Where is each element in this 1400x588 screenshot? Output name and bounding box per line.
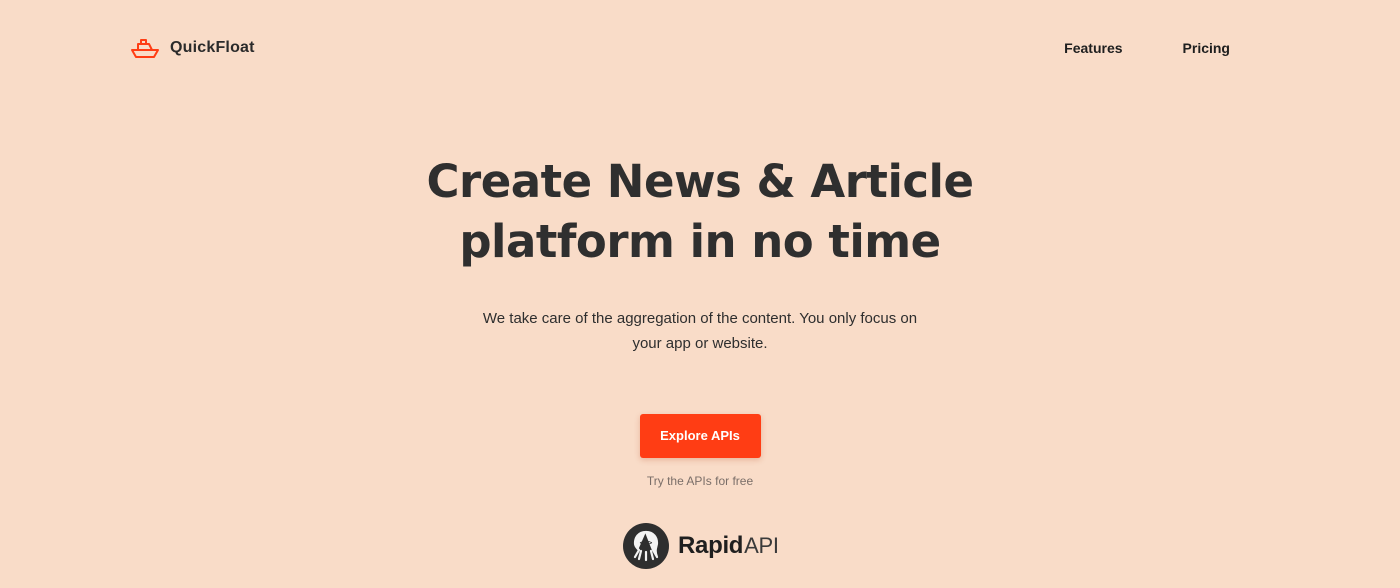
svg-text:</>: </> [640, 539, 653, 547]
nav-link-pricing[interactable]: Pricing [1183, 40, 1230, 56]
hero-subtitle-line-1: We take care of the aggregation of the c… [482, 310, 918, 327]
nav-link-features[interactable]: Features [1064, 40, 1122, 56]
hero-section: Create News & Article platform in no tim… [0, 152, 1400, 488]
partner-name-suffix: API [744, 533, 779, 558]
hero-title: Create News & Article platform in no tim… [350, 152, 1050, 272]
cta-note: Try the APIs for free [646, 474, 754, 488]
hero-subtitle: We take care of the aggregation of the c… [470, 306, 930, 356]
partner-name: RapidAPI [678, 532, 779, 560]
explore-apis-button[interactable]: Explore APIs [639, 414, 761, 458]
rapidapi-octopus-icon: </> [622, 522, 670, 570]
hero-title-line-2: platform in no time [459, 215, 941, 268]
top-nav: QuickFloat Features Pricing [0, 0, 1400, 98]
partner-name-main: Rapid [678, 532, 744, 559]
rapidapi-partner-logo[interactable]: </> RapidAPI [622, 522, 779, 570]
hero-title-line-1: Create News & Article [426, 155, 975, 208]
nav-links: Features Pricing [1064, 40, 1230, 56]
brand-name: QuickFloat [170, 39, 255, 56]
boat-icon [130, 36, 160, 60]
brand-logo-link[interactable]: QuickFloat [130, 36, 255, 60]
hero-subtitle-line-2: your app or website. [632, 335, 768, 352]
